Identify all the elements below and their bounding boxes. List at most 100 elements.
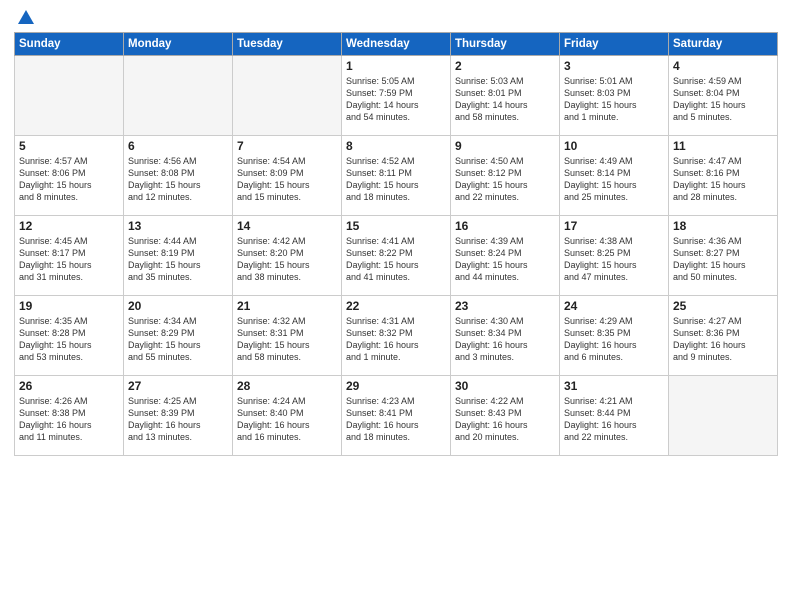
day-number: 10	[564, 139, 664, 153]
day-number: 17	[564, 219, 664, 233]
day-info: Sunrise: 4:31 AM Sunset: 8:32 PM Dayligh…	[346, 315, 446, 364]
day-number: 9	[455, 139, 555, 153]
table-row: 5 Sunrise: 4:57 AM Sunset: 8:06 PM Daylig…	[15, 136, 124, 216]
day-info: Sunrise: 5:01 AM Sunset: 8:03 PM Dayligh…	[564, 75, 664, 124]
day-info: Sunrise: 4:35 AM Sunset: 8:28 PM Dayligh…	[19, 315, 119, 364]
day-info: Sunrise: 4:23 AM Sunset: 8:41 PM Dayligh…	[346, 395, 446, 444]
day-number: 14	[237, 219, 337, 233]
table-row: 8 Sunrise: 4:52 AM Sunset: 8:11 PM Daylig…	[342, 136, 451, 216]
calendar-week-row: 19Sunrise: 4:35 AM Sunset: 8:28 PM Dayli…	[15, 296, 778, 376]
calendar-week-row: 1 Sunrise: 5:05 AM Sunset: 7:59 PM Daylig…	[15, 56, 778, 136]
header	[14, 10, 778, 26]
table-row	[669, 376, 778, 456]
day-info: Sunrise: 4:24 AM Sunset: 8:40 PM Dayligh…	[237, 395, 337, 444]
page: Sunday Monday Tuesday Wednesday Thursday…	[0, 0, 792, 612]
col-sunday: Sunday	[15, 33, 124, 56]
day-info: Sunrise: 4:25 AM Sunset: 8:39 PM Dayligh…	[128, 395, 228, 444]
day-info: Sunrise: 5:03 AM Sunset: 8:01 PM Dayligh…	[455, 75, 555, 124]
col-friday: Friday	[560, 33, 669, 56]
table-row: 20 Sunrise: 4:34 AM Sunset: 8:29 PM Dayli…	[124, 296, 233, 376]
day-number: 5	[19, 139, 119, 153]
calendar-week-row: 5 Sunrise: 4:57 AM Sunset: 8:06 PM Daylig…	[15, 136, 778, 216]
table-row: 9 Sunrise: 4:50 AM Sunset: 8:12 PM Daylig…	[451, 136, 560, 216]
day-number: 3	[564, 59, 664, 73]
day-info: Sunrise: 4:56 AM Sunset: 8:08 PM Dayligh…	[128, 155, 228, 204]
table-row: 28 Sunrise: 4:24 AM Sunset: 8:40 PM Dayli…	[233, 376, 342, 456]
table-row: 19Sunrise: 4:35 AM Sunset: 8:28 PM Dayli…	[15, 296, 124, 376]
table-row: 25 Sunrise: 4:27 AM Sunset: 8:36 PM Dayli…	[669, 296, 778, 376]
day-number: 28	[237, 379, 337, 393]
table-row: 18 Sunrise: 4:36 AM Sunset: 8:27 PM Dayli…	[669, 216, 778, 296]
day-info: Sunrise: 4:21 AM Sunset: 8:44 PM Dayligh…	[564, 395, 664, 444]
table-row: 1 Sunrise: 5:05 AM Sunset: 7:59 PM Daylig…	[342, 56, 451, 136]
day-number: 18	[673, 219, 773, 233]
day-info: Sunrise: 4:50 AM Sunset: 8:12 PM Dayligh…	[455, 155, 555, 204]
day-number: 1	[346, 59, 446, 73]
table-row: 4 Sunrise: 4:59 AM Sunset: 8:04 PM Daylig…	[669, 56, 778, 136]
table-row	[233, 56, 342, 136]
day-number: 25	[673, 299, 773, 313]
table-row: 24Sunrise: 4:29 AM Sunset: 8:35 PM Dayli…	[560, 296, 669, 376]
day-number: 12	[19, 219, 119, 233]
day-info: Sunrise: 4:52 AM Sunset: 8:11 PM Dayligh…	[346, 155, 446, 204]
day-info: Sunrise: 5:05 AM Sunset: 7:59 PM Dayligh…	[346, 75, 446, 124]
day-info: Sunrise: 4:36 AM Sunset: 8:27 PM Dayligh…	[673, 235, 773, 284]
day-info: Sunrise: 4:27 AM Sunset: 8:36 PM Dayligh…	[673, 315, 773, 364]
table-row: 30Sunrise: 4:22 AM Sunset: 8:43 PM Dayli…	[451, 376, 560, 456]
table-row: 7 Sunrise: 4:54 AM Sunset: 8:09 PM Daylig…	[233, 136, 342, 216]
table-row	[15, 56, 124, 136]
day-number: 31	[564, 379, 664, 393]
col-tuesday: Tuesday	[233, 33, 342, 56]
day-info: Sunrise: 4:41 AM Sunset: 8:22 PM Dayligh…	[346, 235, 446, 284]
table-row: 13 Sunrise: 4:44 AM Sunset: 8:19 PM Dayli…	[124, 216, 233, 296]
calendar-week-row: 12Sunrise: 4:45 AM Sunset: 8:17 PM Dayli…	[15, 216, 778, 296]
table-row: 15 Sunrise: 4:41 AM Sunset: 8:22 PM Dayli…	[342, 216, 451, 296]
day-info: Sunrise: 4:39 AM Sunset: 8:24 PM Dayligh…	[455, 235, 555, 284]
day-info: Sunrise: 4:59 AM Sunset: 8:04 PM Dayligh…	[673, 75, 773, 124]
day-info: Sunrise: 4:54 AM Sunset: 8:09 PM Dayligh…	[237, 155, 337, 204]
day-info: Sunrise: 4:44 AM Sunset: 8:19 PM Dayligh…	[128, 235, 228, 284]
day-info: Sunrise: 4:29 AM Sunset: 8:35 PM Dayligh…	[564, 315, 664, 364]
day-number: 26	[19, 379, 119, 393]
col-monday: Monday	[124, 33, 233, 56]
table-row: 12Sunrise: 4:45 AM Sunset: 8:17 PM Dayli…	[15, 216, 124, 296]
table-row: 27 Sunrise: 4:25 AM Sunset: 8:39 PM Dayli…	[124, 376, 233, 456]
day-info: Sunrise: 4:34 AM Sunset: 8:29 PM Dayligh…	[128, 315, 228, 364]
logo	[14, 10, 36, 26]
day-info: Sunrise: 4:57 AM Sunset: 8:06 PM Dayligh…	[19, 155, 119, 204]
table-row: 22 Sunrise: 4:31 AM Sunset: 8:32 PM Dayli…	[342, 296, 451, 376]
table-row: 11 Sunrise: 4:47 AM Sunset: 8:16 PM Dayli…	[669, 136, 778, 216]
day-number: 15	[346, 219, 446, 233]
day-number: 11	[673, 139, 773, 153]
table-row: 14Sunrise: 4:42 AM Sunset: 8:20 PM Dayli…	[233, 216, 342, 296]
day-info: Sunrise: 4:47 AM Sunset: 8:16 PM Dayligh…	[673, 155, 773, 204]
table-row: 2Sunrise: 5:03 AM Sunset: 8:01 PM Daylig…	[451, 56, 560, 136]
table-row: 3 Sunrise: 5:01 AM Sunset: 8:03 PM Daylig…	[560, 56, 669, 136]
table-row: 26Sunrise: 4:26 AM Sunset: 8:38 PM Dayli…	[15, 376, 124, 456]
day-info: Sunrise: 4:22 AM Sunset: 8:43 PM Dayligh…	[455, 395, 555, 444]
day-info: Sunrise: 4:32 AM Sunset: 8:31 PM Dayligh…	[237, 315, 337, 364]
day-number: 7	[237, 139, 337, 153]
day-number: 21	[237, 299, 337, 313]
day-number: 20	[128, 299, 228, 313]
day-number: 23	[455, 299, 555, 313]
col-wednesday: Wednesday	[342, 33, 451, 56]
table-row: 6 Sunrise: 4:56 AM Sunset: 8:08 PM Daylig…	[124, 136, 233, 216]
calendar-header-row: Sunday Monday Tuesday Wednesday Thursday…	[15, 33, 778, 56]
calendar: Sunday Monday Tuesday Wednesday Thursday…	[14, 32, 778, 456]
table-row: 23 Sunrise: 4:30 AM Sunset: 8:34 PM Dayli…	[451, 296, 560, 376]
day-number: 8	[346, 139, 446, 153]
day-number: 6	[128, 139, 228, 153]
day-info: Sunrise: 4:30 AM Sunset: 8:34 PM Dayligh…	[455, 315, 555, 364]
col-saturday: Saturday	[669, 33, 778, 56]
day-number: 13	[128, 219, 228, 233]
table-row: 31 Sunrise: 4:21 AM Sunset: 8:44 PM Dayli…	[560, 376, 669, 456]
day-number: 4	[673, 59, 773, 73]
day-number: 22	[346, 299, 446, 313]
table-row: 21 Sunrise: 4:32 AM Sunset: 8:31 PM Dayli…	[233, 296, 342, 376]
day-info: Sunrise: 4:49 AM Sunset: 8:14 PM Dayligh…	[564, 155, 664, 204]
table-row	[124, 56, 233, 136]
day-number: 29	[346, 379, 446, 393]
table-row: 29 Sunrise: 4:23 AM Sunset: 8:41 PM Dayli…	[342, 376, 451, 456]
day-number: 27	[128, 379, 228, 393]
